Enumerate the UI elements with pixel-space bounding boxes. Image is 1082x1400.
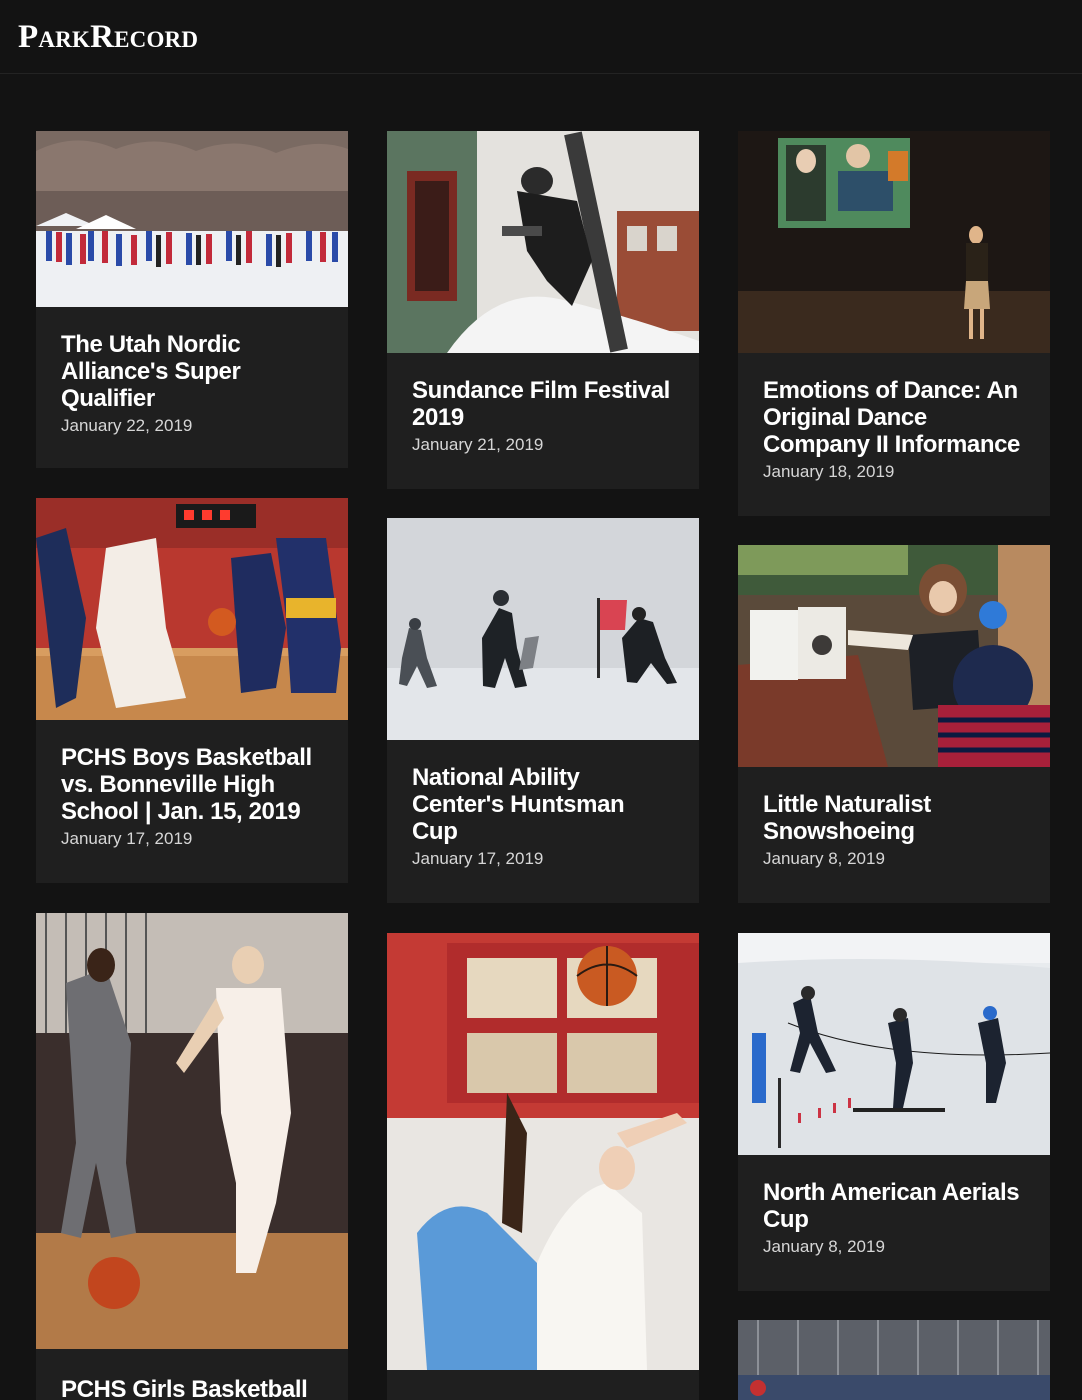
aerials-skiers-photo: [738, 933, 1050, 1155]
card-title[interactable]: Emotions of Dance: An Original Dance Com…: [763, 377, 1025, 458]
sundance-sign-install-photo: [387, 131, 699, 353]
girls-basketball-dribble-photo: [36, 913, 348, 1349]
dance-stage-speaker-photo: [738, 131, 1050, 353]
gallery-card[interactable]: North American Aerials Cup January 8, 20…: [738, 933, 1050, 1291]
gallery-card[interactable]: PCHS Girls Basketball: [36, 913, 348, 1400]
card-title[interactable]: Little Naturalist Snowshoeing: [763, 791, 1025, 845]
park-record-logo[interactable]: ParkRecord: [18, 14, 198, 60]
card-date: January 18, 2019: [763, 462, 895, 481]
gallery-card[interactable]: PCHS Boys Basketball vs. Bonneville High…: [36, 498, 348, 883]
boys-basketball-photo: [36, 498, 348, 720]
card-title[interactable]: National Ability Center's Huntsman Cup: [412, 764, 674, 845]
card-date: January 21, 2019: [412, 435, 544, 454]
arena-partial-photo: [738, 1320, 1050, 1400]
gallery-card[interactable]: Emotions of Dance: An Original Dance Com…: [738, 131, 1050, 516]
card-date: January 17, 2019: [412, 849, 544, 868]
gallery-card[interactable]: Sundance Film Festival 2019 January 21, …: [387, 131, 699, 489]
card-date: January 8, 2019: [763, 1237, 885, 1256]
card-title[interactable]: Sundance Film Festival 2019: [412, 377, 674, 431]
gallery-card[interactable]: National Ability Center's Huntsman Cup J…: [387, 518, 699, 903]
card-date: January 22, 2019: [61, 416, 193, 435]
card-date: January 8, 2019: [763, 849, 885, 868]
snowy-slalom-race-photo: [387, 518, 699, 740]
card-title[interactable]: PCHS Boys Basketball vs. Bonneville High…: [61, 744, 323, 825]
card-date: January 17, 2019: [61, 829, 193, 848]
basketball-tipoff-photo: [387, 933, 699, 1370]
gallery-card[interactable]: [738, 1320, 1050, 1400]
card-title[interactable]: North American Aerials Cup: [763, 1179, 1025, 1233]
gallery-card[interactable]: The Utah Nordic Alliance's Super Qualifi…: [36, 131, 348, 468]
card-title[interactable]: The Utah Nordic Alliance's Super Qualifi…: [61, 331, 323, 412]
nordic-ski-race-start-photo: [36, 131, 348, 307]
gallery-card[interactable]: [387, 933, 699, 1400]
naturalist-reading-photo: [738, 545, 1050, 767]
gallery-card[interactable]: Little Naturalist Snowshoeing January 8,…: [738, 545, 1050, 903]
card-title[interactable]: PCHS Girls Basketball: [61, 1376, 323, 1400]
site-header: ParkRecord: [0, 0, 1082, 74]
